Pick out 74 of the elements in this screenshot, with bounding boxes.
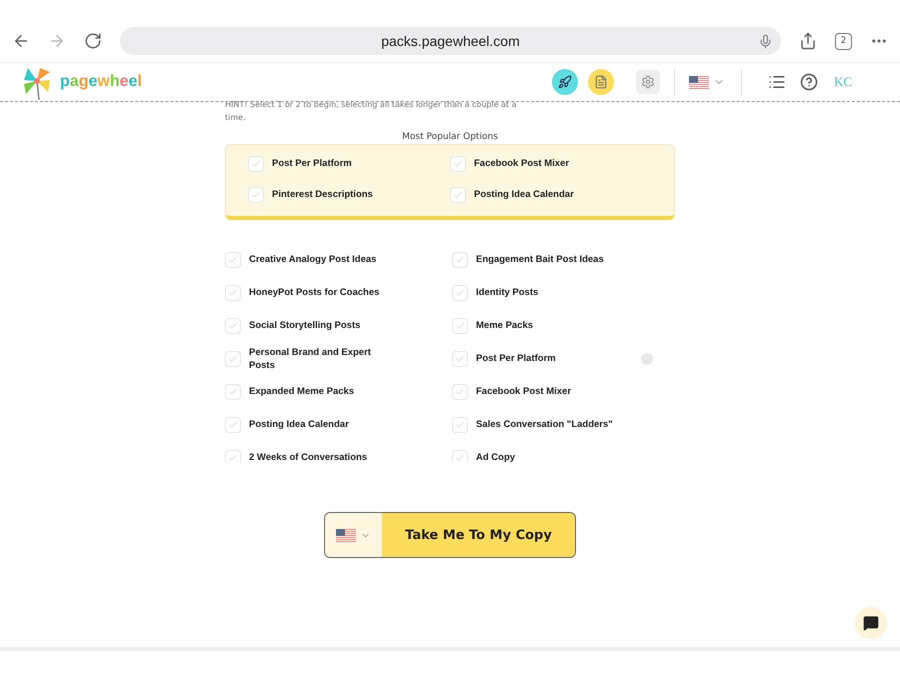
chat-icon — [863, 615, 879, 631]
list-icon[interactable] — [768, 73, 786, 91]
option-checkbox[interactable]: 2 Weeks of Conversations — [225, 448, 452, 462]
checkbox[interactable] — [225, 252, 241, 268]
settings-icon — [640, 75, 655, 89]
check-icon — [453, 190, 463, 200]
back-icon[interactable] — [12, 32, 30, 50]
check-icon — [455, 386, 465, 396]
hint-text: HINT! Select 1 or 2 to begin, selecting all takes longer than a couple at a time. — [225, 99, 518, 124]
checkbox[interactable] — [452, 318, 468, 334]
check-icon — [251, 190, 261, 200]
chat-button[interactable] — [855, 607, 887, 639]
option-checkbox[interactable]: Engagement Bait Post Ideas — [452, 250, 675, 269]
settings-button[interactable] — [636, 70, 660, 94]
checkbox[interactable] — [225, 318, 241, 334]
checkbox[interactable] — [225, 416, 241, 432]
reload-icon[interactable] — [84, 32, 102, 50]
option-checkbox[interactable]: Ad Copy — [452, 448, 675, 462]
forward-icon[interactable] — [48, 32, 66, 50]
checkbox[interactable] — [225, 450, 241, 462]
option-checkbox[interactable]: Pinterest Descriptions — [248, 185, 450, 204]
option-checkbox[interactable]: HoneyPot Posts for Coaches — [225, 283, 452, 302]
check-icon — [455, 288, 465, 298]
section-title: Most Popular Options — [401, 132, 499, 142]
option-checkbox[interactable]: Posting Idea Calendar — [225, 415, 452, 434]
checkbox[interactable] — [452, 350, 468, 366]
option-checkbox[interactable]: Posting Idea Calendar — [450, 185, 652, 204]
check-icon — [228, 320, 238, 330]
checkbox[interactable] — [452, 416, 468, 432]
flag-icon[interactable] — [688, 76, 709, 88]
rocket-button[interactable] — [552, 69, 578, 95]
option-checkbox[interactable]: Identity Posts — [452, 283, 675, 302]
checkbox[interactable] — [248, 156, 264, 172]
option-checkbox[interactable]: Expanded Meme Packs — [225, 382, 452, 401]
checkbox[interactable] — [450, 186, 466, 202]
checkbox[interactable] — [452, 450, 468, 462]
option-checkbox[interactable]: Creative Analogy Post Ideas — [225, 250, 452, 269]
tabs-button[interactable]: 2 — [835, 32, 852, 50]
option-checkbox[interactable]: Facebook Post Mixer — [450, 154, 652, 173]
check-icon — [455, 354, 465, 364]
option-checkbox[interactable]: Social Storytelling Posts — [225, 316, 452, 335]
checkbox[interactable] — [452, 384, 468, 400]
check-icon — [228, 288, 238, 298]
check-icon — [453, 158, 463, 168]
check-icon — [455, 320, 465, 330]
check-icon — [228, 452, 238, 462]
checkbox[interactable] — [225, 384, 241, 400]
address-bar[interactable]: packs.pagewheel.com — [120, 27, 781, 55]
help-icon[interactable] — [800, 73, 818, 91]
check-icon — [228, 420, 238, 430]
option-checkbox[interactable]: Post Per Platform — [452, 349, 675, 368]
check-icon — [228, 386, 238, 396]
document-button[interactable] — [588, 69, 614, 95]
check-icon — [228, 354, 238, 364]
option-checkbox[interactable]: Facebook Post Mixer — [452, 382, 675, 401]
checkbox[interactable] — [450, 156, 466, 172]
check-icon — [455, 420, 465, 430]
check-icon — [455, 452, 465, 462]
rocket-icon — [558, 75, 572, 89]
checkbox[interactable] — [248, 186, 264, 202]
checkbox[interactable] — [452, 252, 468, 268]
checkbox[interactable] — [452, 284, 468, 300]
check-icon — [228, 254, 238, 264]
share-icon[interactable] — [799, 32, 817, 50]
checkbox[interactable] — [225, 284, 241, 300]
option-checkbox[interactable]: Post Per Platform — [248, 154, 450, 173]
option-checkbox[interactable]: Meme Packs — [452, 316, 675, 335]
document-icon — [594, 75, 608, 89]
checkbox[interactable] — [225, 350, 241, 366]
option-checkbox[interactable]: Sales Conversation "Ladders" — [452, 415, 675, 434]
option-checkbox[interactable]: Personal Brand and Expert Posts — [225, 346, 452, 372]
check-icon — [455, 254, 465, 264]
mic-icon[interactable] — [758, 34, 773, 48]
check-icon — [251, 158, 261, 168]
